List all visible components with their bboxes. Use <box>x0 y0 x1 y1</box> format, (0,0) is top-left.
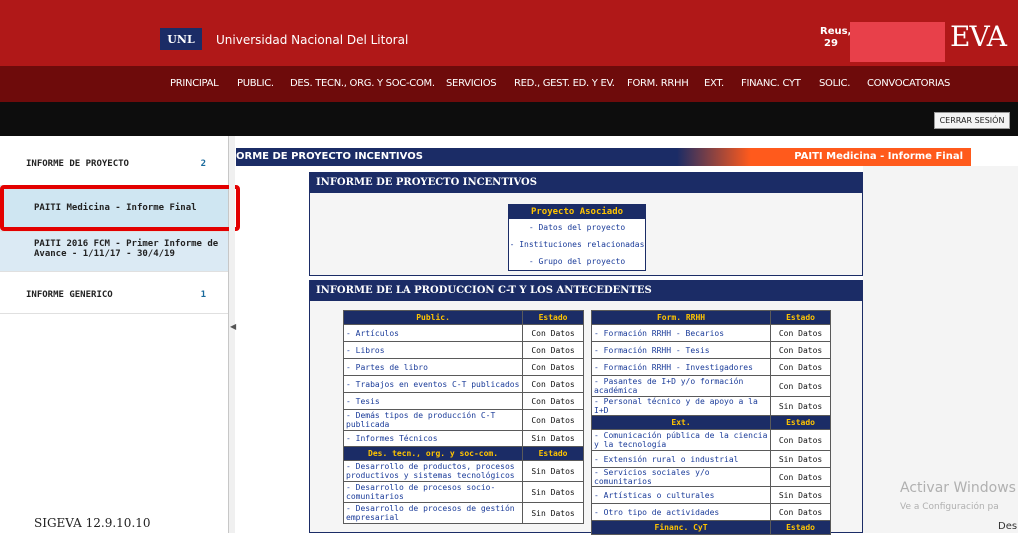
form-rrhh-table: Form. RRHH Estado - Formación RRHH - Bec… <box>590 310 831 535</box>
status-cell: Con Datos <box>522 409 584 431</box>
table-row-link[interactable]: - Tesis <box>342 392 524 410</box>
nav-form-rrhh[interactable]: FORM. RRHH <box>627 78 689 89</box>
status-cell: Con Datos <box>770 324 831 342</box>
table-row-link[interactable]: - Informes Técnicos <box>342 430 524 447</box>
sidebar-item-label: INFORME GENERICO <box>26 290 113 300</box>
collapse-arrow-icon[interactable]: ◀ <box>230 322 236 331</box>
university-name: Universidad Nacional Del Litoral <box>216 33 409 47</box>
table-row-link[interactable]: - Pasantes de I+D y/o formación académic… <box>590 375 772 397</box>
logout-button[interactable]: CERRAR SESIÓN <box>934 112 1010 129</box>
status-cell: Sin Datos <box>522 460 584 482</box>
table-row-link[interactable]: - Libros <box>342 341 524 359</box>
app-header: UNL Universidad Nacional Del Litoral Reu… <box>0 0 1018 66</box>
proyecto-asociado-header: Proyecto Asociado <box>509 205 645 219</box>
table-row-link[interactable]: - Artículos <box>342 324 524 342</box>
column-header: Ext. <box>590 415 772 430</box>
user-name: Reus, <box>820 26 852 37</box>
sidebar-item-count: 2 <box>200 159 206 169</box>
user-info: Reus, 29 <box>820 26 851 50</box>
nav-public[interactable]: PUBLIC. <box>237 78 274 89</box>
column-header: Estado <box>770 310 831 325</box>
table-row-link[interactable]: - Servicios sociales y/o comunitarios <box>590 467 772 487</box>
link-datos-proyecto[interactable]: - Datos del proyecto <box>509 219 645 236</box>
sidebar-splitter[interactable] <box>229 136 235 533</box>
toolbar <box>0 102 1018 136</box>
column-header: Estado <box>770 520 831 535</box>
column-header: Financ. CyT <box>590 520 772 535</box>
column-header: Public. <box>342 310 524 325</box>
column-header: Estado <box>770 415 831 430</box>
nav-convocatorias[interactable]: CONVOCATORIAS <box>867 78 950 89</box>
link-grupo-proyecto[interactable]: - Grupo del proyecto <box>509 253 645 270</box>
user-date: 29 <box>824 38 838 49</box>
status-cell: Con Datos <box>522 341 584 359</box>
nav-financ-cyt[interactable]: FINANC. CYT <box>741 78 801 89</box>
redaction-block <box>850 22 945 62</box>
table-row-link[interactable]: - Formación RRHH - Investigadores <box>590 358 772 376</box>
nav-servicios[interactable]: SERVICIOS <box>446 78 497 89</box>
status-cell: Con Datos <box>770 341 831 359</box>
table-row-link[interactable]: - Extensión rural o industrial <box>590 450 772 468</box>
version-label: SIGEVA 12.9.10.10 <box>34 516 151 530</box>
status-cell: Con Datos <box>770 358 831 376</box>
status-cell: Con Datos <box>770 375 831 397</box>
sidebar-item-informe-generico[interactable]: INFORME GENERICO 1 <box>0 272 228 314</box>
status-cell: Sin Datos <box>770 450 831 468</box>
column-header: Estado <box>522 446 584 461</box>
status-cell: Sin Datos <box>522 481 584 503</box>
nav-principal[interactable]: PRINCIPAL <box>170 78 219 89</box>
sidebar-item-count: 1 <box>200 290 206 300</box>
page-title: ORME DE PROYECTO INCENTIVOS <box>236 151 423 162</box>
status-cell: Sin Datos <box>770 486 831 504</box>
corner-text: Des <box>998 521 1018 532</box>
unl-logo[interactable]: UNL <box>160 28 202 50</box>
column-header: Form. RRHH <box>590 310 772 325</box>
windows-activation-hint: Ve a Configuración pa <box>900 502 999 512</box>
proyecto-asociado-box: Proyecto Asociado - Datos del proyecto -… <box>508 204 646 271</box>
sidebar-item-label: INFORME DE PROYECTO <box>26 159 129 169</box>
status-cell: Con Datos <box>522 324 584 342</box>
table-row-link[interactable]: - Formación RRHH - Becarios <box>590 324 772 342</box>
sidebar-item-paiti-2016[interactable]: PAITI 2016 FCM - Primer Informe de Avanc… <box>0 232 228 272</box>
status-cell: Con Datos <box>770 503 831 521</box>
public-table: Public. Estado - Artículos Con Datos - Li… <box>342 310 584 524</box>
status-cell: Sin Datos <box>522 502 584 524</box>
table-row-link[interactable]: - Desarrollo de procesos socio-comunitar… <box>342 481 524 503</box>
sidebar-item-label: PAITI 2016 FCM - Primer Informe de Avanc… <box>34 239 219 259</box>
status-cell: Sin Datos <box>770 396 831 416</box>
column-header: Estado <box>522 310 584 325</box>
table-row-link[interactable]: - Otro tipo de actividades <box>590 503 772 521</box>
table-row-link[interactable]: - Personal técnico y de apoyo a la I+D <box>590 396 772 416</box>
status-cell: Con Datos <box>522 358 584 376</box>
panel-title: INFORME DE PROYECTO INCENTIVOS <box>310 173 862 193</box>
table-row-link[interactable]: - Comunicación pública de la ciencia y l… <box>590 429 772 451</box>
windows-activation-title: Activar Windows <box>900 480 1016 496</box>
table-row-link[interactable]: - Artísticas o culturales <box>590 486 772 504</box>
table-row-link[interactable]: - Demás tipos de producción C-T publicad… <box>342 409 524 431</box>
column-header: Des. tecn., org. y soc-com. <box>342 446 524 461</box>
status-cell: Con Datos <box>522 392 584 410</box>
sidebar-item-informe-proyecto[interactable]: INFORME DE PROYECTO 2 <box>0 136 228 186</box>
main-nav: PRINCIPAL PUBLIC. DES. TECN., ORG. Y SOC… <box>0 66 1018 102</box>
nav-des-tecn[interactable]: DES. TECN., ORG. Y SOC-COM. <box>290 78 435 89</box>
nav-solic[interactable]: SOLIC. <box>819 78 850 89</box>
nav-red-gest[interactable]: RED., GEST. ED. Y EV. <box>514 78 615 89</box>
status-cell: Con Datos <box>770 467 831 487</box>
content-background <box>863 166 1018 533</box>
status-cell: Sin Datos <box>522 430 584 447</box>
table-row-link[interactable]: - Trabajos en eventos C-T publicados <box>342 375 524 393</box>
status-cell: Con Datos <box>770 429 831 451</box>
page-subtitle: PAITI Medicina - Informe Final <box>794 151 963 162</box>
table-row-link[interactable]: - Desarrollo de productos, procesos prod… <box>342 460 524 482</box>
status-cell: Con Datos <box>522 375 584 393</box>
selection-highlight <box>0 185 240 231</box>
table-row-link[interactable]: - Desarrollo de procesos de gestión empr… <box>342 502 524 524</box>
table-row-link[interactable]: - Formación RRHH - Tesis <box>590 341 772 359</box>
table-row-link[interactable]: - Partes de libro <box>342 358 524 376</box>
sigeva-brand: EVA <box>950 20 1007 53</box>
page-title-bar: ORME DE PROYECTO INCENTIVOS PAITI Medici… <box>236 148 971 166</box>
panel-title: INFORME DE LA PRODUCCION C-T Y LOS ANTEC… <box>310 281 862 301</box>
nav-ext[interactable]: EXT. <box>704 78 724 89</box>
link-instituciones[interactable]: - Instituciones relacionadas <box>509 236 645 253</box>
